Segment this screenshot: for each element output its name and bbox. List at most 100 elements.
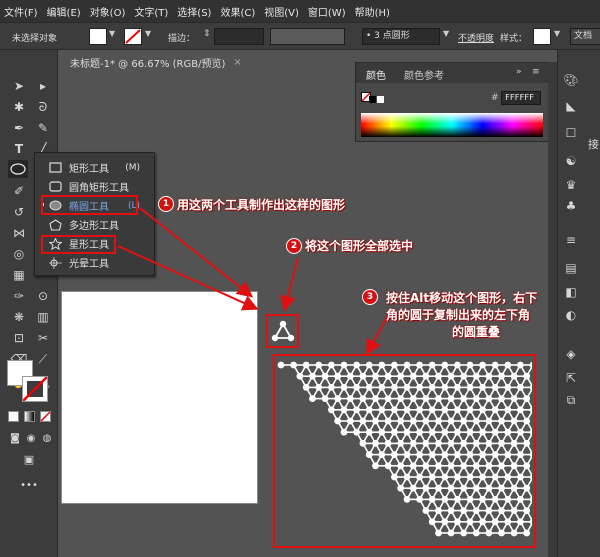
paintbrush-tool-icon[interactable]: ✐ bbox=[10, 183, 28, 199]
column-graph-tool-icon[interactable]: ▥ bbox=[34, 309, 52, 325]
flyout-item-flare[interactable]: 光晕工具 bbox=[35, 253, 154, 272]
double-chevron-right-icon[interactable]: » bbox=[516, 67, 522, 77]
lasso-tool-icon[interactable]: ᘐ bbox=[34, 99, 52, 115]
draw-inside-icon[interactable]: ◍ bbox=[38, 430, 56, 446]
knife-tool-icon[interactable]: ⟋ bbox=[34, 351, 52, 367]
gradient-mode-button[interactable] bbox=[24, 411, 35, 422]
transparency-panel-icon[interactable]: ▤ bbox=[562, 260, 580, 276]
document-setup-button[interactable]: 文档 bbox=[570, 28, 600, 45]
slice-tool-icon[interactable]: ✂ bbox=[34, 330, 52, 346]
menu-type[interactable]: 文字(T) bbox=[134, 4, 168, 19]
tab-color[interactable]: 颜色 bbox=[366, 67, 386, 82]
pattern-node bbox=[529, 361, 532, 369]
color-mode-button[interactable] bbox=[8, 411, 19, 422]
rotate-tool-icon[interactable]: ↺ bbox=[10, 204, 28, 220]
mesh-tool-icon[interactable]: ▦ bbox=[10, 267, 28, 283]
pattern-node bbox=[491, 496, 499, 503]
symbols-panel-icon[interactable]: ☐ bbox=[562, 125, 580, 141]
type-tool-icon[interactable]: T bbox=[10, 141, 28, 157]
swatch-palette-icon[interactable]: 🎨︎ bbox=[562, 72, 580, 88]
more-tools-icon[interactable]: ••• bbox=[20, 477, 38, 493]
menu-view[interactable]: 视图(V) bbox=[264, 4, 299, 19]
pattern-node bbox=[428, 451, 436, 458]
screen-mode-icon[interactable]: ▣ bbox=[20, 451, 38, 467]
ellipse-tool-icon[interactable] bbox=[8, 160, 28, 178]
color-spectrum[interactable] bbox=[361, 113, 543, 137]
stroke-color-box[interactable] bbox=[22, 376, 48, 402]
pattern-node bbox=[422, 372, 430, 380]
pattern-node bbox=[441, 361, 449, 369]
pattern-node bbox=[529, 496, 532, 503]
appearance-icon[interactable]: ♛ bbox=[562, 177, 580, 193]
pattern-node bbox=[510, 529, 518, 537]
pattern-node bbox=[466, 361, 474, 369]
menu-window[interactable]: 窗口(W) bbox=[308, 4, 346, 19]
flyout-item-rectangle[interactable]: 矩形工具 (M) bbox=[35, 158, 154, 177]
menu-select[interactable]: 选择(S) bbox=[177, 4, 211, 19]
close-icon[interactable]: × bbox=[233, 57, 241, 68]
shape-builder-tool-icon[interactable]: ◎ bbox=[10, 246, 28, 262]
brush-dropdown[interactable]: • 3 点圆形 bbox=[362, 28, 440, 45]
layers-panel-icon[interactable]: ◈ bbox=[562, 346, 580, 362]
document-tab[interactable]: 未标题-1* @ 66.67% (RGB/预览) × bbox=[60, 52, 360, 72]
flyout-item-rounded-rectangle[interactable]: 圆角矩形工具 bbox=[35, 177, 154, 196]
menu-object[interactable]: 对象(O) bbox=[90, 4, 126, 19]
direct-selection-tool-icon[interactable]: ▸ bbox=[34, 78, 52, 94]
stroke-width-input[interactable] bbox=[214, 28, 264, 45]
artboard-tool-icon[interactable]: ⊡ bbox=[10, 330, 28, 346]
menu-file[interactable]: 文件(F) bbox=[4, 4, 38, 19]
black-swatch[interactable] bbox=[369, 96, 376, 103]
width-tool-icon[interactable]: ⋈ bbox=[10, 225, 28, 241]
pattern-node bbox=[409, 440, 417, 447]
chevron-down-icon[interactable]: ▼ bbox=[109, 29, 115, 38]
selection-tool-icon[interactable]: ➤ bbox=[10, 78, 28, 94]
curvature-tool-icon[interactable]: ✎ bbox=[34, 120, 52, 136]
pattern-node bbox=[510, 484, 518, 492]
artboard bbox=[61, 291, 258, 504]
pattern-node bbox=[454, 428, 461, 436]
pattern-node bbox=[391, 361, 398, 369]
stepper-icon[interactable]: ⇕ bbox=[203, 29, 211, 39]
flyout-item-polygon[interactable]: 多边形工具 bbox=[35, 215, 154, 234]
chevron-down-icon[interactable]: ▼ bbox=[554, 29, 560, 38]
menu-edit[interactable]: 编辑(E) bbox=[47, 4, 81, 19]
export-icon[interactable]: ⇱ bbox=[562, 370, 580, 386]
pattern-node bbox=[409, 462, 417, 470]
fill-swatch[interactable] bbox=[89, 28, 107, 45]
tab-color-guide[interactable]: 颜色参考 bbox=[404, 67, 444, 82]
color-guide-icon[interactable]: ◐ bbox=[562, 307, 580, 323]
none-mode-button[interactable] bbox=[40, 411, 51, 422]
panel-menu-icon[interactable]: ≡ bbox=[532, 67, 540, 77]
chevron-down-icon[interactable]: ▼ bbox=[443, 29, 449, 38]
pattern-node bbox=[384, 440, 392, 447]
pattern-node bbox=[479, 518, 486, 526]
pen-tool-icon[interactable]: ✒ bbox=[10, 120, 28, 136]
club-icon[interactable]: ♣ bbox=[562, 198, 580, 214]
blend-tool-icon[interactable]: ⊙ bbox=[34, 288, 52, 304]
white-swatch[interactable] bbox=[377, 96, 384, 103]
symbol-sprayer-tool-icon[interactable]: ❋ bbox=[10, 309, 28, 325]
hex-input[interactable]: FFFFFF bbox=[501, 91, 541, 105]
menu-effect[interactable]: 效果(C) bbox=[220, 4, 255, 19]
flyout-item-label: 光晕工具 bbox=[69, 259, 109, 270]
pattern-node bbox=[359, 440, 367, 447]
style-swatch[interactable] bbox=[533, 28, 551, 45]
pattern-node bbox=[403, 361, 411, 369]
pattern-node bbox=[422, 484, 430, 492]
artboards-panel-icon[interactable]: ⧉ bbox=[562, 392, 580, 408]
pattern-node bbox=[378, 384, 386, 391]
opacity-label[interactable]: 不透明度 bbox=[458, 31, 494, 44]
menu-help[interactable]: 帮助(H) bbox=[355, 4, 390, 19]
pattern-node bbox=[409, 395, 417, 402]
gradient-panel-icon[interactable]: ◧ bbox=[562, 284, 580, 300]
stroke-panel-icon[interactable]: ≡ bbox=[562, 232, 580, 248]
pattern-node bbox=[523, 417, 531, 425]
brushes-panel-icon[interactable]: ◣ bbox=[562, 98, 580, 114]
magic-wand-tool-icon[interactable]: ✱ bbox=[10, 99, 28, 115]
eyedropper-tool-icon[interactable]: ✑ bbox=[10, 288, 28, 304]
stroke-swatch[interactable] bbox=[124, 28, 142, 45]
variable-width-profile[interactable] bbox=[270, 28, 345, 45]
pattern-node bbox=[447, 507, 455, 514]
graphic-styles-icon[interactable]: ☯ bbox=[562, 153, 580, 169]
chevron-down-icon[interactable]: ▼ bbox=[145, 29, 151, 38]
